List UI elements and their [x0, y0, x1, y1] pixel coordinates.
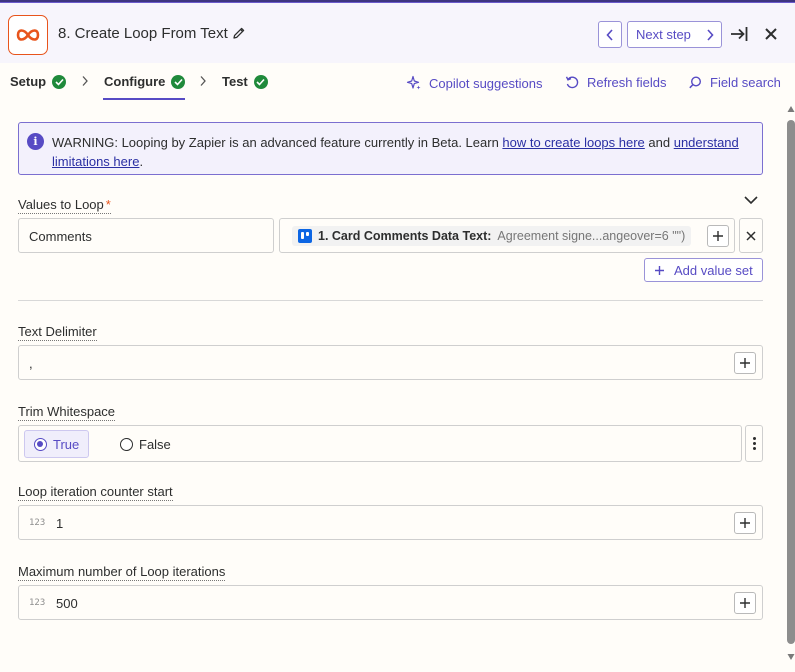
trim-whitespace-true-option[interactable]: True	[24, 430, 90, 458]
true-option-label: True	[53, 436, 80, 452]
plus-icon	[655, 265, 664, 275]
add-value-set-label: Add value set	[674, 262, 753, 278]
trim-whitespace-radio-group: True False	[18, 425, 742, 462]
scroll-up-arrow-icon[interactable]	[787, 104, 795, 114]
loop-counter-start-input[interactable]: 123 1	[18, 505, 763, 540]
copilot-suggestions-label: Copilot suggestions	[429, 75, 543, 91]
sparkle-icon	[406, 75, 421, 90]
max-iterations-input[interactable]: 123 500	[18, 585, 763, 620]
mapped-field-label: 1. Card Comments Data Text:	[318, 229, 492, 243]
chevron-right-icon	[707, 29, 714, 41]
trello-icon	[298, 229, 312, 243]
warning-suffix: .	[139, 154, 144, 169]
insert-data-button[interactable]	[707, 225, 729, 247]
trim-whitespace-label: Trim Whitespace	[18, 404, 116, 421]
add-value-set-button[interactable]: Add value set	[644, 258, 763, 282]
insert-data-button[interactable]	[734, 352, 756, 374]
text-delimiter-value: ,	[29, 356, 33, 371]
edit-title-icon[interactable]	[232, 26, 246, 40]
kebab-dot	[752, 447, 756, 450]
previous-step-button[interactable]	[598, 21, 622, 48]
radio-selected-icon	[34, 437, 47, 451]
copilot-suggestions-button[interactable]: Copilot suggestions	[406, 75, 542, 91]
tab-setup[interactable]: Setup	[10, 74, 67, 89]
tab-test-label: Test	[222, 74, 248, 89]
refresh-fields-button[interactable]: Refresh fields	[565, 75, 666, 90]
plus-icon	[713, 231, 723, 241]
text-delimiter-input[interactable]: ,	[18, 345, 763, 380]
number-type-icon: 123	[29, 598, 46, 608]
top-accent-bar-dark	[0, 0, 795, 2]
section-divider	[18, 300, 763, 301]
tab-test[interactable]: Test	[222, 74, 268, 89]
loop-counter-start-value: 1	[56, 516, 64, 531]
trim-whitespace-false-option[interactable]: False	[111, 430, 180, 458]
tab-configure[interactable]: Configure	[104, 74, 186, 89]
plus-icon	[740, 598, 750, 608]
false-option-label: False	[139, 436, 171, 452]
insert-data-button[interactable]	[734, 512, 756, 534]
info-icon: i	[27, 133, 44, 150]
refresh-fields-label: Refresh fields	[587, 75, 667, 90]
insert-data-button[interactable]	[734, 592, 756, 614]
check-circle-icon	[171, 74, 186, 89]
loop-counter-start-label: Loop iteration counter start	[18, 484, 173, 501]
kebab-dot	[752, 442, 756, 445]
plus-icon	[740, 518, 750, 528]
field-search-label: Field search	[710, 75, 781, 90]
mapped-field-value: Agreement signe...angeover=6 "")	[497, 229, 686, 243]
expand-panel-icon[interactable]	[729, 25, 749, 43]
chevron-right-icon	[82, 76, 88, 86]
more-options-button[interactable]	[745, 425, 763, 462]
tab-setup-label: Setup	[10, 74, 47, 89]
zapier-looping-icon	[8, 15, 48, 55]
field-search-button[interactable]: Field search	[688, 75, 781, 90]
kebab-dot	[752, 437, 756, 440]
mapped-field-pill[interactable]: 1. Card Comments Data Text: Agreement si…	[292, 226, 692, 246]
values-to-loop-label: Values to Loop *	[18, 197, 111, 214]
loop-key-input[interactable]: Comments	[18, 218, 274, 253]
required-marker: *	[105, 197, 111, 212]
max-iterations-value: 500	[56, 596, 78, 611]
search-icon	[689, 76, 702, 89]
loop-value-input[interactable]: 1. Card Comments Data Text: Agreement si…	[279, 218, 735, 253]
number-type-icon: 123	[29, 518, 46, 528]
plus-icon	[740, 358, 750, 368]
create-loops-link[interactable]: how to create loops here	[502, 135, 644, 150]
close-icon	[746, 230, 756, 241]
tab-configure-label: Configure	[104, 74, 166, 89]
scrollbar-thumb[interactable]	[787, 120, 795, 644]
max-iterations-label: Maximum number of Loop iterations	[18, 564, 226, 581]
next-step-label: Next step	[636, 27, 691, 42]
active-tab-indicator	[103, 98, 185, 100]
chevron-right-icon	[200, 76, 206, 86]
step-title: 8. Create Loop From Text	[58, 25, 228, 42]
refresh-icon	[565, 76, 579, 89]
warning-middle: and	[644, 135, 674, 150]
beta-warning-banner: i WARNING: Looping by Zapier is an advan…	[18, 122, 763, 175]
step-tabs: Setup Configure Test Copilot suggestions…	[0, 63, 795, 101]
values-to-loop-label-text: Values to Loop	[18, 197, 104, 212]
chevron-left-icon	[606, 28, 613, 41]
check-circle-icon	[253, 74, 268, 89]
warning-text: WARNING: Looping by Zapier is an advance…	[52, 133, 752, 171]
scroll-down-arrow-icon[interactable]	[787, 652, 795, 662]
step-header: 8. Create Loop From Text Next step	[0, 3, 795, 63]
next-step-button[interactable]: Next step	[627, 21, 722, 48]
chevron-down-icon[interactable]	[743, 193, 759, 207]
text-delimiter-label: Text Delimiter	[18, 324, 97, 341]
warning-prefix: WARNING: Looping by Zapier is an advance…	[52, 135, 503, 150]
radio-unselected-icon	[120, 437, 133, 451]
check-circle-icon	[52, 74, 67, 89]
remove-value-set-button[interactable]	[739, 218, 763, 253]
close-icon[interactable]	[764, 27, 778, 41]
loop-key-value: Comments	[29, 229, 92, 244]
